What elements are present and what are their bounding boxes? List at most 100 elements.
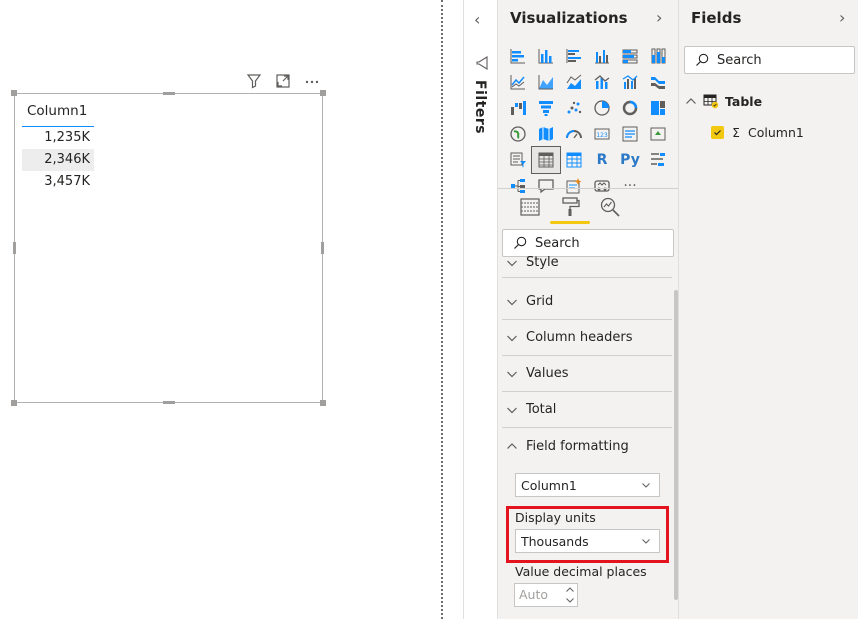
section-label: Total <box>526 402 557 417</box>
field-name: Column1 <box>748 125 804 140</box>
stepper-up-icon[interactable] <box>565 585 575 594</box>
format-search-input[interactable]: Search <box>502 229 674 257</box>
clustered-bar-chart-icon[interactable] <box>560 43 588 69</box>
display-units-label: Display units <box>515 510 596 525</box>
table-tree-node[interactable]: Table <box>685 93 762 109</box>
resize-handle-top-left[interactable] <box>11 90 17 96</box>
pie-chart-icon[interactable] <box>588 95 616 121</box>
filled-map-icon[interactable] <box>532 121 560 147</box>
filters-label[interactable]: Filters <box>472 80 488 134</box>
chevron-down-icon <box>507 371 517 377</box>
kpi-icon[interactable] <box>644 121 672 147</box>
map-icon[interactable] <box>504 121 532 147</box>
chevron-up-icon <box>686 98 696 104</box>
filters-pane-collapsed[interactable]: ‹ Filters <box>463 0 497 619</box>
matrix-icon[interactable] <box>560 147 588 173</box>
more-visuals-label: ··· <box>623 178 637 194</box>
visual-pane-tabs <box>516 192 624 224</box>
line-chart-icon[interactable] <box>504 69 532 95</box>
tab-fields-wells[interactable] <box>516 192 544 222</box>
stepper-down-icon[interactable] <box>565 596 575 605</box>
fields-search-input[interactable]: Search <box>684 46 855 74</box>
donut-chart-icon[interactable] <box>616 95 644 121</box>
visual-type-gallery: 123 R Py ··· <box>504 43 672 199</box>
fields-search-placeholder: Search <box>717 52 762 68</box>
slicer-icon[interactable] <box>504 147 532 173</box>
tab-analytics-magnifier[interactable] <box>596 192 624 222</box>
table-row[interactable]: 3,457K <box>22 171 94 193</box>
chevron-down-icon <box>507 260 517 266</box>
focus-mode-icon[interactable] <box>273 72 293 90</box>
field-select-dropdown[interactable]: Column1 <box>515 473 660 497</box>
scatter-chart-icon[interactable] <box>560 95 588 121</box>
section-total[interactable]: Total <box>502 392 672 428</box>
stacked-bar-chart-icon[interactable] <box>504 43 532 69</box>
resize-handle-left[interactable] <box>13 242 16 254</box>
visualizations-collapse-chevron-icon[interactable]: › <box>656 8 662 27</box>
decimal-places-label: Value decimal places <box>515 564 647 579</box>
section-field-formatting[interactable]: Field formatting <box>502 428 672 464</box>
table-visual[interactable]: Column1 1,235K 2,346K 3,457K <box>11 90 326 406</box>
gallery-divider <box>498 188 679 189</box>
resize-handle-top[interactable] <box>163 92 175 95</box>
section-label: Values <box>526 366 569 381</box>
ribbon-chart-icon[interactable] <box>644 69 672 95</box>
filters-expand-chevron-icon[interactable]: ‹ <box>474 10 480 29</box>
filter-funnel-icon <box>475 55 489 70</box>
display-units-dropdown[interactable]: Thousands <box>515 529 660 553</box>
chevron-down-icon <box>642 539 650 544</box>
resize-handle-bottom-right[interactable] <box>320 400 326 406</box>
section-label: Field formatting <box>526 438 629 454</box>
clustered-column-chart-icon[interactable] <box>588 43 616 69</box>
filter-icon[interactable] <box>244 72 264 90</box>
100-stacked-column-chart-icon[interactable] <box>644 43 672 69</box>
section-grid[interactable]: Grid <box>502 284 672 320</box>
resize-handle-right[interactable] <box>321 242 324 254</box>
resize-handle-bottom-left[interactable] <box>11 400 17 406</box>
field-select-value: Column1 <box>521 477 577 493</box>
section-values[interactable]: Values <box>502 356 672 392</box>
table-name: Table <box>725 93 763 109</box>
stacked-area-chart-icon[interactable] <box>560 69 588 95</box>
resize-handle-top-right[interactable] <box>320 90 326 96</box>
key-influencers-icon[interactable] <box>644 147 672 173</box>
tab-format-paint-roller[interactable] <box>550 192 590 224</box>
line-and-clustered-column-chart-icon[interactable] <box>616 69 644 95</box>
fields-collapse-chevron-icon[interactable]: › <box>839 8 845 27</box>
report-canvas: Column1 1,235K 2,346K 3,457K <box>0 0 442 619</box>
decimal-places-stepper[interactable]: Auto <box>514 583 578 607</box>
section-label: Column headers <box>526 330 633 345</box>
gauge-icon[interactable] <box>560 121 588 147</box>
waterfall-chart-icon[interactable] <box>504 95 532 121</box>
area-chart-icon[interactable] <box>532 69 560 95</box>
section-style[interactable]: Style <box>502 256 672 278</box>
column-header[interactable]: Column1 <box>22 102 94 127</box>
table-visual-icon[interactable] <box>531 146 561 174</box>
field-checkbox[interactable] <box>711 126 724 139</box>
format-search-placeholder: Search <box>535 235 580 251</box>
python-visual-icon[interactable]: Py <box>616 147 644 173</box>
pane-title: Visualizations <box>510 9 628 27</box>
multi-row-card-icon[interactable] <box>616 121 644 147</box>
search-icon <box>696 53 709 66</box>
display-units-value: Thousands <box>521 533 589 549</box>
line-and-stacked-column-chart-icon[interactable] <box>588 69 616 95</box>
stacked-column-chart-icon[interactable] <box>532 43 560 69</box>
chevron-down-icon <box>507 407 517 413</box>
chevron-up-icon <box>507 443 517 449</box>
table-icon <box>703 94 719 109</box>
section-column-headers[interactable]: Column headers <box>502 320 672 356</box>
section-label: Style <box>526 256 559 270</box>
field-tree-item-column1[interactable]: Σ Column1 <box>711 125 804 140</box>
card-icon[interactable]: 123 <box>588 121 616 147</box>
section-label: Grid <box>526 294 554 309</box>
table-row[interactable]: 1,235K <box>22 127 94 149</box>
resize-handle-bottom[interactable] <box>163 401 175 404</box>
table-row[interactable]: 2,346K <box>22 149 94 171</box>
stepper-arrows <box>565 585 575 605</box>
more-options-icon[interactable] <box>302 72 322 90</box>
funnel-chart-icon[interactable] <box>532 95 560 121</box>
r-script-visual-icon[interactable]: R <box>588 147 616 173</box>
treemap-icon[interactable] <box>644 95 672 121</box>
100-stacked-bar-chart-icon[interactable] <box>616 43 644 69</box>
